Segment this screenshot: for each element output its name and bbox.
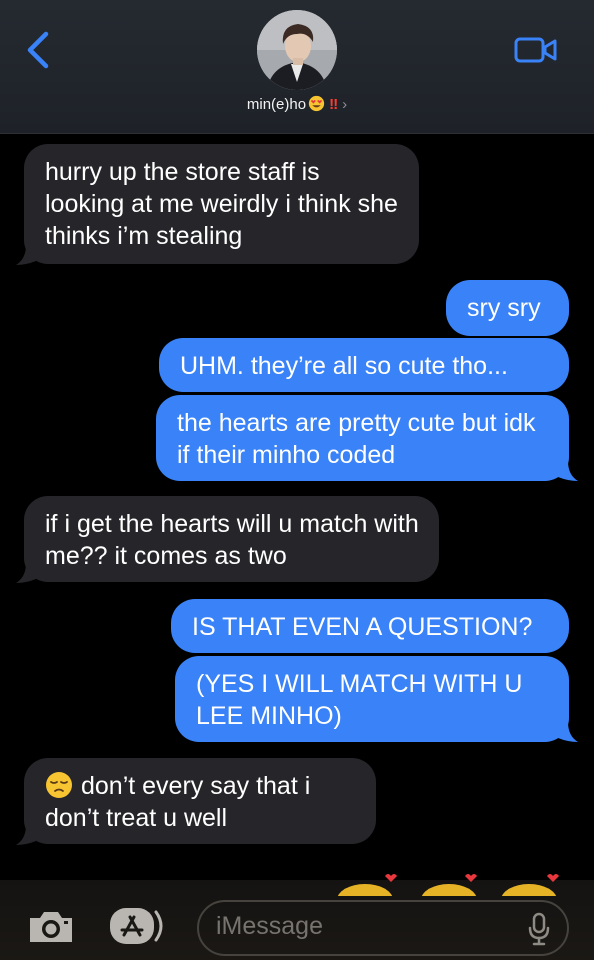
app-store-icon[interactable] (108, 906, 170, 946)
message-bubble-outgoing[interactable]: (YES I WILL MATCH WITH U LEE MINHO) (175, 656, 569, 742)
heart-eyes-emoji-peek-icon (421, 874, 477, 896)
contact-name: min(e)ho (246, 96, 307, 113)
bubble-tail (16, 825, 36, 845)
bubble-tail (16, 563, 36, 583)
heart-eyes-emoji-peek-icon (337, 874, 397, 896)
message-text: don’t every say that i don’t treat u wel… (45, 772, 311, 832)
double-exclamation-emoji: ‼ (329, 96, 339, 113)
message-bubble-outgoing[interactable]: sry sry (446, 280, 569, 336)
message-bubble-outgoing[interactable]: IS THAT EVEN A QUESTION? (171, 599, 569, 653)
message-bubble-outgoing[interactable]: UHM. they’re all so cute tho... (159, 338, 569, 392)
message-input-placeholder: iMessage (216, 912, 323, 940)
message-text: hurry up the store staff is looking at m… (45, 158, 398, 250)
contact-avatar[interactable] (257, 10, 337, 90)
pensive-face-emoji-icon (46, 772, 72, 798)
message-bubble-incoming[interactable]: if i get the hearts will u match with me… (24, 496, 439, 582)
bubble-tail (16, 245, 36, 265)
heart-eyes-emoji-peek-icon (501, 874, 559, 896)
contact-name-row[interactable]: min(e)ho ‼ › (0, 95, 594, 113)
camera-icon[interactable] (26, 908, 76, 946)
message-text: sry sry (467, 294, 541, 322)
message-text: UHM. they’re all so cute tho... (180, 352, 508, 380)
back-chevron-icon[interactable] (22, 30, 56, 70)
message-bubble-outgoing[interactable]: the hearts are pretty cute but idk if th… (156, 395, 569, 481)
microphone-icon[interactable] (528, 912, 550, 946)
message-text: if i get the hearts will u match with me… (45, 510, 419, 570)
bubble-tail (558, 461, 578, 481)
message-bubble-incoming[interactable]: don’t every say that i don’t treat u wel… (24, 758, 376, 844)
chevron-right-icon: › (342, 96, 348, 113)
message-text: IS THAT EVEN A QUESTION? (192, 613, 533, 641)
bubble-tail (558, 722, 578, 742)
message-text: the hearts are pretty cute but idk if th… (177, 409, 536, 469)
heart-eyes-emoji-icon (308, 95, 325, 112)
message-text: (YES I WILL MATCH WITH U LEE MINHO) (196, 670, 523, 730)
message-bubble-incoming[interactable]: hurry up the store staff is looking at m… (24, 144, 419, 264)
video-camera-icon[interactable] (514, 36, 558, 64)
